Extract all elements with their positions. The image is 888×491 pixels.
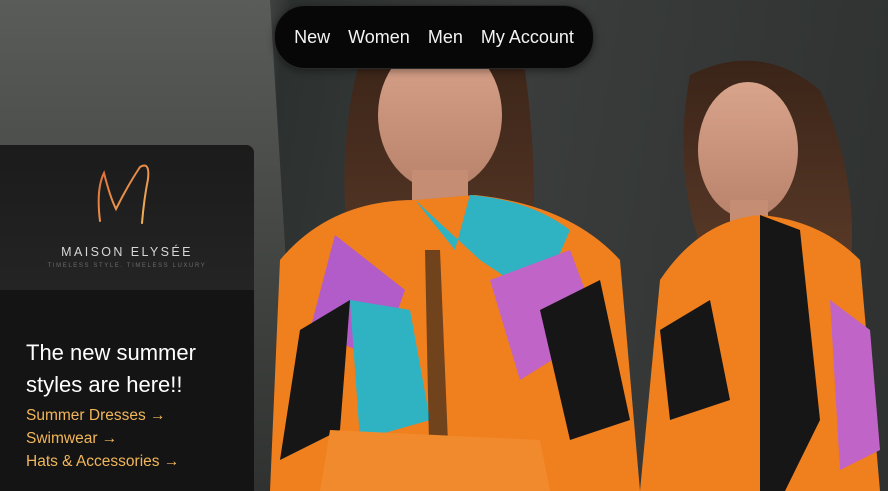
nav-item-men[interactable]: Men <box>428 27 463 48</box>
nav-item-my-account[interactable]: My Account <box>481 27 574 48</box>
hero-image <box>270 40 880 491</box>
nav-item-new[interactable]: New <box>294 27 330 48</box>
brand-logo[interactable]: MAISON ELYSÉE TIMELESS STYLE. TIMELESS L… <box>0 145 254 290</box>
link-summer-dresses[interactable]: Summer Dresses → <box>26 404 179 427</box>
logo-monogram-icon <box>97 164 150 224</box>
brand-name: MAISON ELYSÉE <box>61 245 193 259</box>
nav-item-women[interactable]: Women <box>348 27 410 48</box>
promo-headline: The new summer styles are here!! <box>26 340 196 397</box>
brand-tagline: TIMELESS STYLE. TIMELESS LUXURY <box>47 263 207 269</box>
link-swimwear[interactable]: Swimwear → <box>26 427 179 450</box>
promo-links: Summer Dresses → Swimwear → Hats & Acces… <box>26 404 179 473</box>
main-nav: New Women Men My Account <box>274 5 594 69</box>
link-hats-accessories[interactable]: Hats & Accessories → <box>26 450 179 473</box>
promo-panel: MAISON ELYSÉE TIMELESS STYLE. TIMELESS L… <box>0 145 254 491</box>
